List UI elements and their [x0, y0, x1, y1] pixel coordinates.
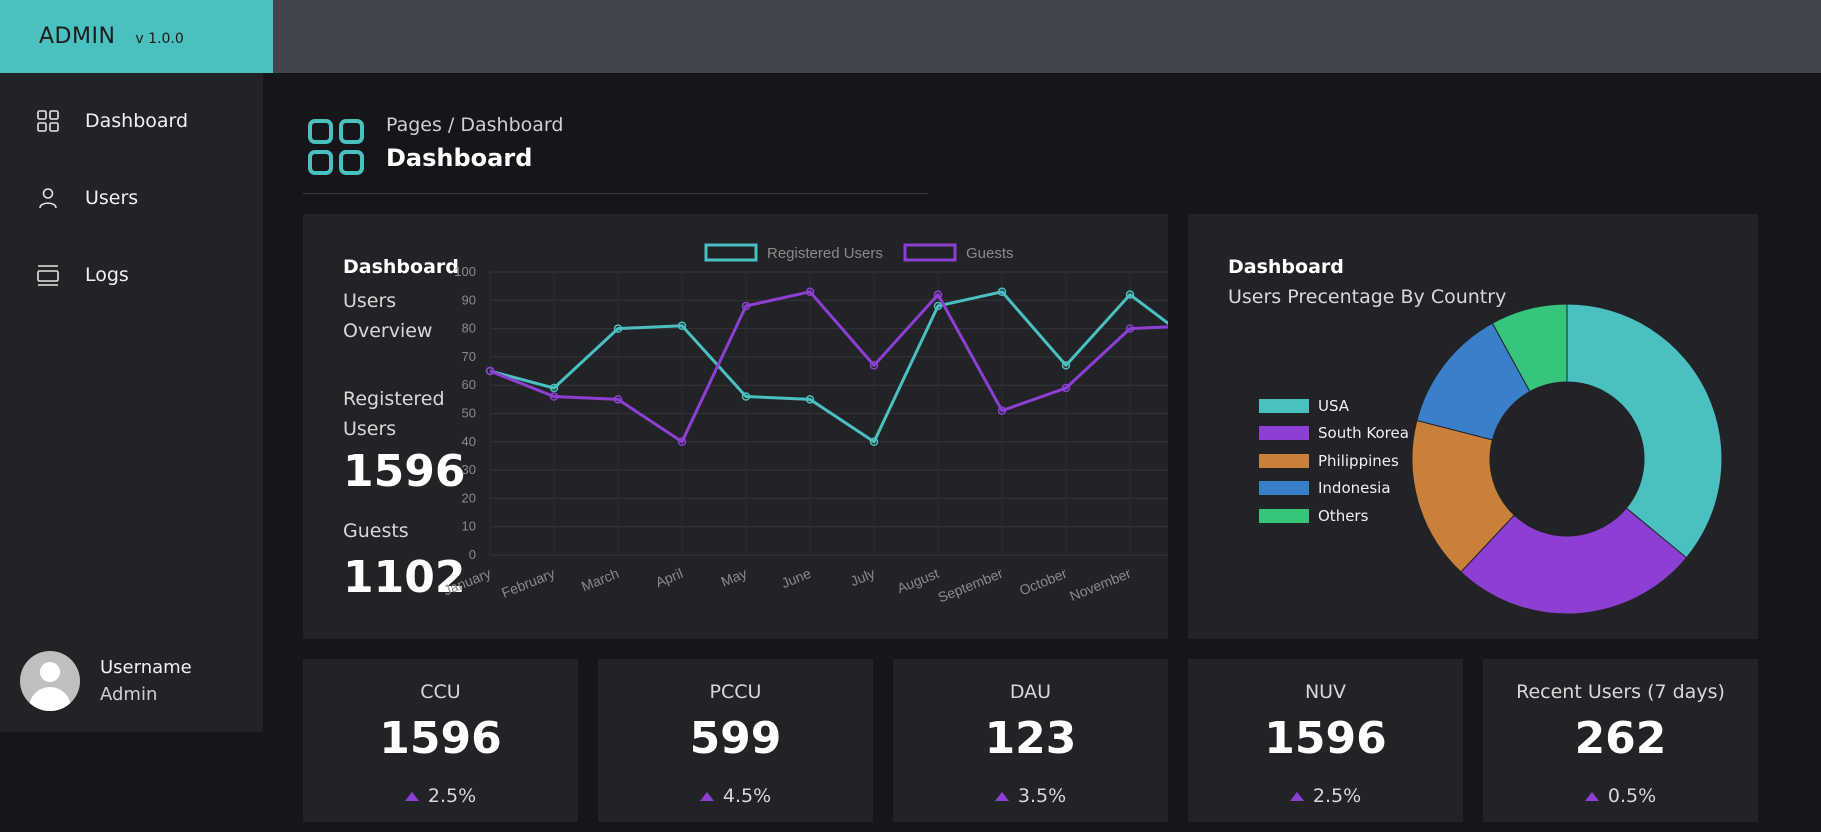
- y-tick-label: 70: [462, 349, 476, 364]
- arrow-up-icon: [1584, 791, 1599, 801]
- stat-change-text: 3.5%: [1017, 785, 1067, 807]
- stat-change: 4.5%: [598, 785, 873, 807]
- x-tick-label: November: [1067, 565, 1133, 604]
- sidebar-item-label: Logs: [85, 264, 129, 286]
- legend-swatch: [903, 243, 957, 262]
- x-tick-label: May: [719, 565, 750, 590]
- top-bar: [273, 0, 1821, 73]
- y-tick-label: 40: [462, 434, 476, 449]
- stat-change-text: 4.5%: [722, 785, 772, 807]
- sidebar-item-dashboard[interactable]: Dashboard: [35, 108, 188, 134]
- stat-label: DAU: [1009, 681, 1052, 703]
- stat-value: 262: [1574, 713, 1667, 764]
- y-tick-label: 100: [454, 264, 476, 279]
- sidebar: Dashboard Users Logs Username Admin: [0, 73, 263, 732]
- arrow-up-icon: [994, 791, 1009, 801]
- stat-value: 1596: [1264, 713, 1387, 764]
- x-tick-label: January: [441, 565, 493, 598]
- sidebar-item-label: Users: [85, 187, 139, 209]
- arrow-up-icon: [1289, 791, 1304, 801]
- x-tick-label: August: [895, 565, 942, 596]
- y-tick-label: 30: [462, 462, 476, 477]
- legend-label: Guests: [966, 245, 1014, 262]
- stat-change-text: 0.5%: [1607, 785, 1657, 807]
- user-icon: [35, 185, 61, 211]
- x-tick-label: March: [579, 565, 621, 594]
- stat-label: NUV: [1304, 681, 1347, 703]
- grid-icon: [35, 108, 61, 134]
- stat-value: 123: [984, 713, 1077, 764]
- y-tick-label: 90: [462, 292, 476, 307]
- stat-card-recent-users: Recent Users (7 days) 262 0.5%: [1483, 659, 1758, 822]
- dashboard-grid-icon: [307, 118, 365, 180]
- legend-swatch: [704, 243, 758, 262]
- stat-change: 0.5%: [1483, 785, 1758, 807]
- stat-card-ccu: CCU 1596 2.5%: [303, 659, 578, 822]
- stat-change: 2.5%: [303, 785, 578, 807]
- page-header: Pages / Dashboard Dashboard: [303, 110, 928, 194]
- stat-change: 3.5%: [893, 785, 1168, 807]
- arrow-up-icon: [404, 791, 419, 801]
- y-tick-label: 0: [469, 547, 476, 562]
- x-tick-label: April: [653, 565, 685, 590]
- logs-icon: [35, 262, 61, 288]
- app-version: v 1.0.0: [135, 30, 184, 47]
- user-profile[interactable]: Username Admin: [20, 651, 192, 711]
- stat-change-text: 2.5%: [427, 785, 477, 807]
- breadcrumb: Pages / Dashboard: [386, 114, 564, 136]
- stat-label: Recent Users (7 days): [1516, 681, 1725, 703]
- country-card: Dashboard Users Precentage By Country US…: [1188, 214, 1758, 639]
- sidebar-item-logs[interactable]: Logs: [35, 262, 129, 288]
- stat-card-dau: DAU 123 3.5%: [893, 659, 1168, 822]
- pie-slice: [1566, 303, 1723, 559]
- stat-value: 599: [689, 713, 782, 764]
- stat-card-nuv: NUV 1596 2.5%: [1188, 659, 1463, 822]
- users-overview-card: Dashboard Users Overview Registered User…: [303, 214, 1168, 639]
- y-tick-label: 50: [462, 406, 476, 421]
- y-tick-label: 60: [462, 377, 476, 392]
- country-donut-chart: [1411, 303, 1723, 615]
- arrow-up-icon: [699, 791, 714, 801]
- user-role: Admin: [100, 684, 158, 705]
- app-name: ADMIN: [39, 24, 116, 49]
- legend-label: Registered Users: [767, 245, 883, 262]
- stat-label: CCU: [420, 681, 461, 703]
- brand[interactable]: ADMIN v 1.0.0: [0, 0, 273, 73]
- y-tick-label: 20: [462, 490, 476, 505]
- y-tick-label: 80: [462, 321, 476, 336]
- x-tick-label: October: [1017, 565, 1069, 599]
- x-tick-label: June: [779, 565, 813, 591]
- user-name: Username: [100, 657, 192, 678]
- stat-value: 1596: [379, 713, 502, 764]
- page-title: Dashboard: [386, 144, 533, 172]
- stat-change-text: 2.5%: [1312, 785, 1362, 807]
- users-line-chart: 1009080706050403020100January February Mar…: [441, 243, 1168, 606]
- sidebar-item-users[interactable]: Users: [35, 185, 138, 211]
- stat-label: PCCU: [709, 681, 762, 703]
- x-tick-label: February: [499, 565, 557, 601]
- y-tick-label: 10: [462, 519, 476, 534]
- sidebar-item-label: Dashboard: [85, 110, 189, 132]
- stat-change: 2.5%: [1188, 785, 1463, 807]
- stat-card-pccu: PCCU 599 4.5%: [598, 659, 873, 822]
- x-tick-label: July: [848, 565, 877, 589]
- avatar-icon: [20, 651, 80, 711]
- x-tick-label: September: [936, 565, 1006, 606]
